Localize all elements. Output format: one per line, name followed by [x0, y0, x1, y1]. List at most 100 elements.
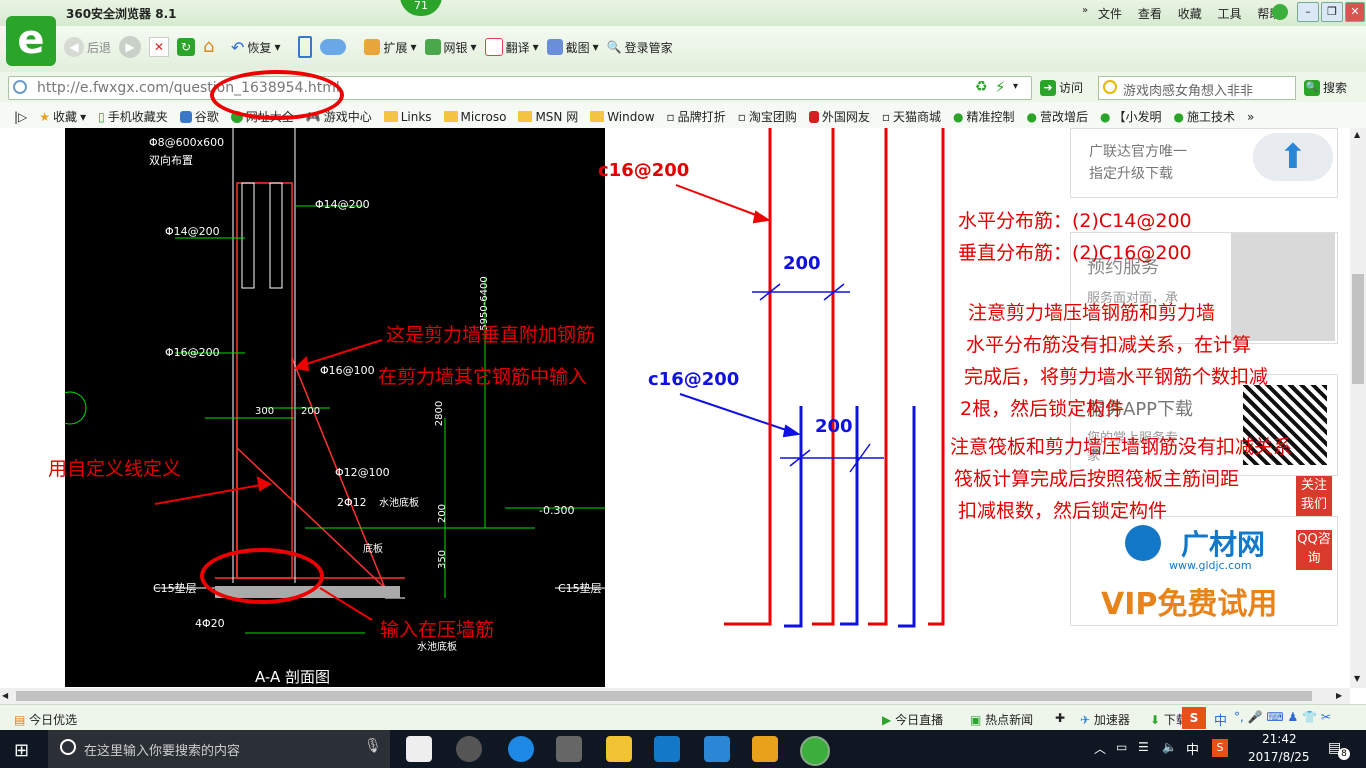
search-button[interactable]: 🔍 搜索	[1304, 79, 1347, 96]
edge-icon[interactable]	[508, 736, 534, 762]
home-icon[interactable]: ⌂	[203, 38, 223, 56]
menu-favorites[interactable]: 收藏	[1178, 7, 1202, 21]
back-button[interactable]: ◀ 后退	[64, 37, 111, 57]
annotation-svg	[154, 128, 945, 628]
fav-item[interactable]: ● 精准控制	[953, 108, 1015, 125]
menu-view[interactable]: 查看	[1138, 7, 1162, 21]
menu-tools[interactable]: 工具	[1218, 7, 1242, 21]
browser-360-task-icon[interactable]	[800, 736, 830, 766]
volume-icon[interactable]: 🔈	[1162, 740, 1177, 754]
sogou-icon[interactable]: S	[1182, 707, 1206, 729]
page-icon: ▫	[666, 109, 675, 124]
clock-date[interactable]: 2017/8/25	[1248, 750, 1310, 764]
undo-icon: ↶	[231, 37, 245, 57]
recycle-icon[interactable]: ♻	[975, 79, 988, 95]
minimize-button[interactable]: –	[1297, 2, 1319, 22]
fav-item[interactable]: MSN 网	[518, 108, 578, 125]
sogou-tray-icon[interactable]: S	[1212, 739, 1228, 757]
vertical-scrollbar[interactable]: ▲ ▼	[1350, 128, 1366, 688]
fav-item[interactable]: Microso	[443, 110, 506, 124]
folder-icon	[383, 111, 398, 122]
fav-item[interactable]: ▫ 品牌打折	[667, 108, 726, 125]
extend-button[interactable]: 扩展 ▾	[364, 39, 417, 56]
scroll-thumb[interactable]	[1352, 274, 1364, 384]
login-manager-button[interactable]: 🔍 登录管家	[607, 39, 673, 56]
fav-item[interactable]: ▯ 手机收藏夹	[98, 108, 168, 125]
url-field[interactable]: http://e.fwxgx.com/question_1638954.html…	[8, 76, 1032, 100]
fav-item[interactable]: ● 【小发明	[1100, 108, 1162, 125]
sidebar-toggle-icon[interactable]: |▷	[14, 110, 27, 124]
tray-up-icon[interactable]: ︿	[1094, 740, 1106, 757]
app-plus-icon[interactable]	[704, 736, 730, 762]
status-accelerator[interactable]: ✈ 加速器	[1080, 711, 1130, 728]
basket-icon: ▤	[14, 713, 26, 727]
today-picks[interactable]: ▤ 今日优选	[14, 711, 77, 728]
fav-item[interactable]: Window	[590, 110, 655, 124]
network-icon[interactable]: ▭	[1116, 740, 1127, 754]
more-favorites-icon[interactable]: »	[1247, 110, 1254, 124]
ime-indicator[interactable]: 中	[1214, 710, 1227, 729]
qq-consult-button[interactable]: QQ咨询	[1296, 530, 1332, 570]
fav-item[interactable]: 外国网友	[808, 108, 870, 125]
ad-upgrade[interactable]: 广联达官方唯一 指定升级下载 ⬆	[1070, 128, 1338, 198]
scroll-thumb-h[interactable]	[16, 691, 1312, 701]
file-explorer-icon[interactable]	[606, 736, 632, 762]
status-live[interactable]: ▶ 今日直播	[882, 711, 943, 728]
bank-icon	[424, 39, 441, 55]
translate-button[interactable]: 翻译 ▾	[484, 38, 539, 56]
menu-file[interactable]: 文件	[1098, 7, 1122, 21]
browser-logo-icon[interactable]: e	[6, 16, 56, 66]
maximize-button[interactable]: ❐	[1321, 2, 1343, 22]
scroll-right-icon[interactable]: ▶	[1336, 691, 1342, 700]
scroll-left-icon[interactable]: ◀	[2, 691, 8, 700]
status-plugin-icon[interactable]: ✚	[1055, 711, 1065, 725]
glodon-icon[interactable]	[654, 736, 680, 762]
fav-item[interactable]: ● 施工技术	[1174, 108, 1236, 125]
notes-app-icon[interactable]	[752, 736, 778, 762]
fav-item[interactable]: ▫ 天猫商城	[882, 108, 941, 125]
fav-item[interactable]: Links	[383, 110, 432, 124]
fav-item[interactable]: ★ 收藏 ▾	[39, 108, 86, 125]
refresh-icon[interactable]: ↻	[177, 38, 196, 56]
restore-button[interactable]: ↶ 恢复 ▾	[231, 38, 280, 57]
taskbar-ime[interactable]: 中	[1186, 739, 1199, 758]
scroll-up-icon[interactable]: ▲	[1354, 130, 1360, 139]
folder-icon	[443, 111, 458, 122]
taskbar-search-placeholder: 在这里输入你要搜索的内容	[84, 744, 241, 759]
fav-item[interactable]: 谷歌	[179, 108, 219, 125]
grid-icon	[364, 39, 381, 55]
microphone-icon[interactable]: 🎙	[364, 738, 382, 754]
scroll-down-icon[interactable]: ▼	[1354, 674, 1360, 683]
bank-button[interactable]: 网银 ▾	[424, 39, 477, 56]
lightning-icon[interactable]: ⚡	[995, 78, 1006, 96]
wifi-icon[interactable]: ☰	[1138, 740, 1149, 754]
ad-app-download[interactable]: 服务APP下载 您的掌上服务专 家	[1070, 374, 1338, 476]
follow-us-button[interactable]: 关注我们	[1296, 476, 1332, 516]
url-dropdown-icon[interactable]: ▾	[1013, 81, 1018, 92]
app-360-icon[interactable]	[456, 736, 482, 762]
status-news[interactable]: ▣ 热点新闻	[970, 711, 1033, 728]
clock-time[interactable]: 21:42	[1262, 732, 1297, 746]
ime-tools-icon[interactable]: °, 🎤 ⌨ ♟ 👕 ✂	[1234, 710, 1331, 724]
search-input[interactable]: 游戏肉感女角想入非非	[1098, 76, 1296, 100]
forward-button[interactable]: ▶	[119, 36, 142, 58]
status-bar: ▤ 今日优选 ▶ 今日直播 ▣ 热点新闻 ✚ ✈ 加速器 ⬇ 下载 S 中 °,…	[0, 704, 1366, 731]
fav-item[interactable]: ● 营改增后	[1027, 108, 1089, 125]
windows-start-icon[interactable]: ⊞	[14, 740, 29, 761]
phone-icon[interactable]	[298, 36, 313, 58]
horizontal-scrollbar[interactable]: ◀ ▶	[0, 688, 1350, 704]
score-badge[interactable]: 71	[400, 0, 442, 16]
notification-count: 8	[1338, 748, 1350, 760]
skin-icon[interactable]	[1272, 4, 1288, 20]
fav-item[interactable]: ▫ 淘宝团购	[738, 108, 797, 125]
visit-button[interactable]: ➜ 访问	[1040, 79, 1083, 96]
taskbar-search[interactable]: 在这里输入你要搜索的内容 🎙	[48, 730, 390, 768]
title-bar: 360安全浏览器 8.1 71 » 文件 查看 收藏 工具 帮助 – ❐ ✕	[0, 0, 1366, 26]
close-button[interactable]: ✕	[1345, 2, 1365, 22]
chat-icon: ●	[953, 109, 964, 124]
screenshot-button[interactable]: 截图 ▾	[546, 39, 599, 56]
task-view-icon[interactable]	[406, 736, 432, 762]
cloud-icon[interactable]	[320, 39, 347, 55]
stop-icon[interactable]: ✕	[149, 37, 170, 57]
store-icon[interactable]	[556, 736, 582, 762]
